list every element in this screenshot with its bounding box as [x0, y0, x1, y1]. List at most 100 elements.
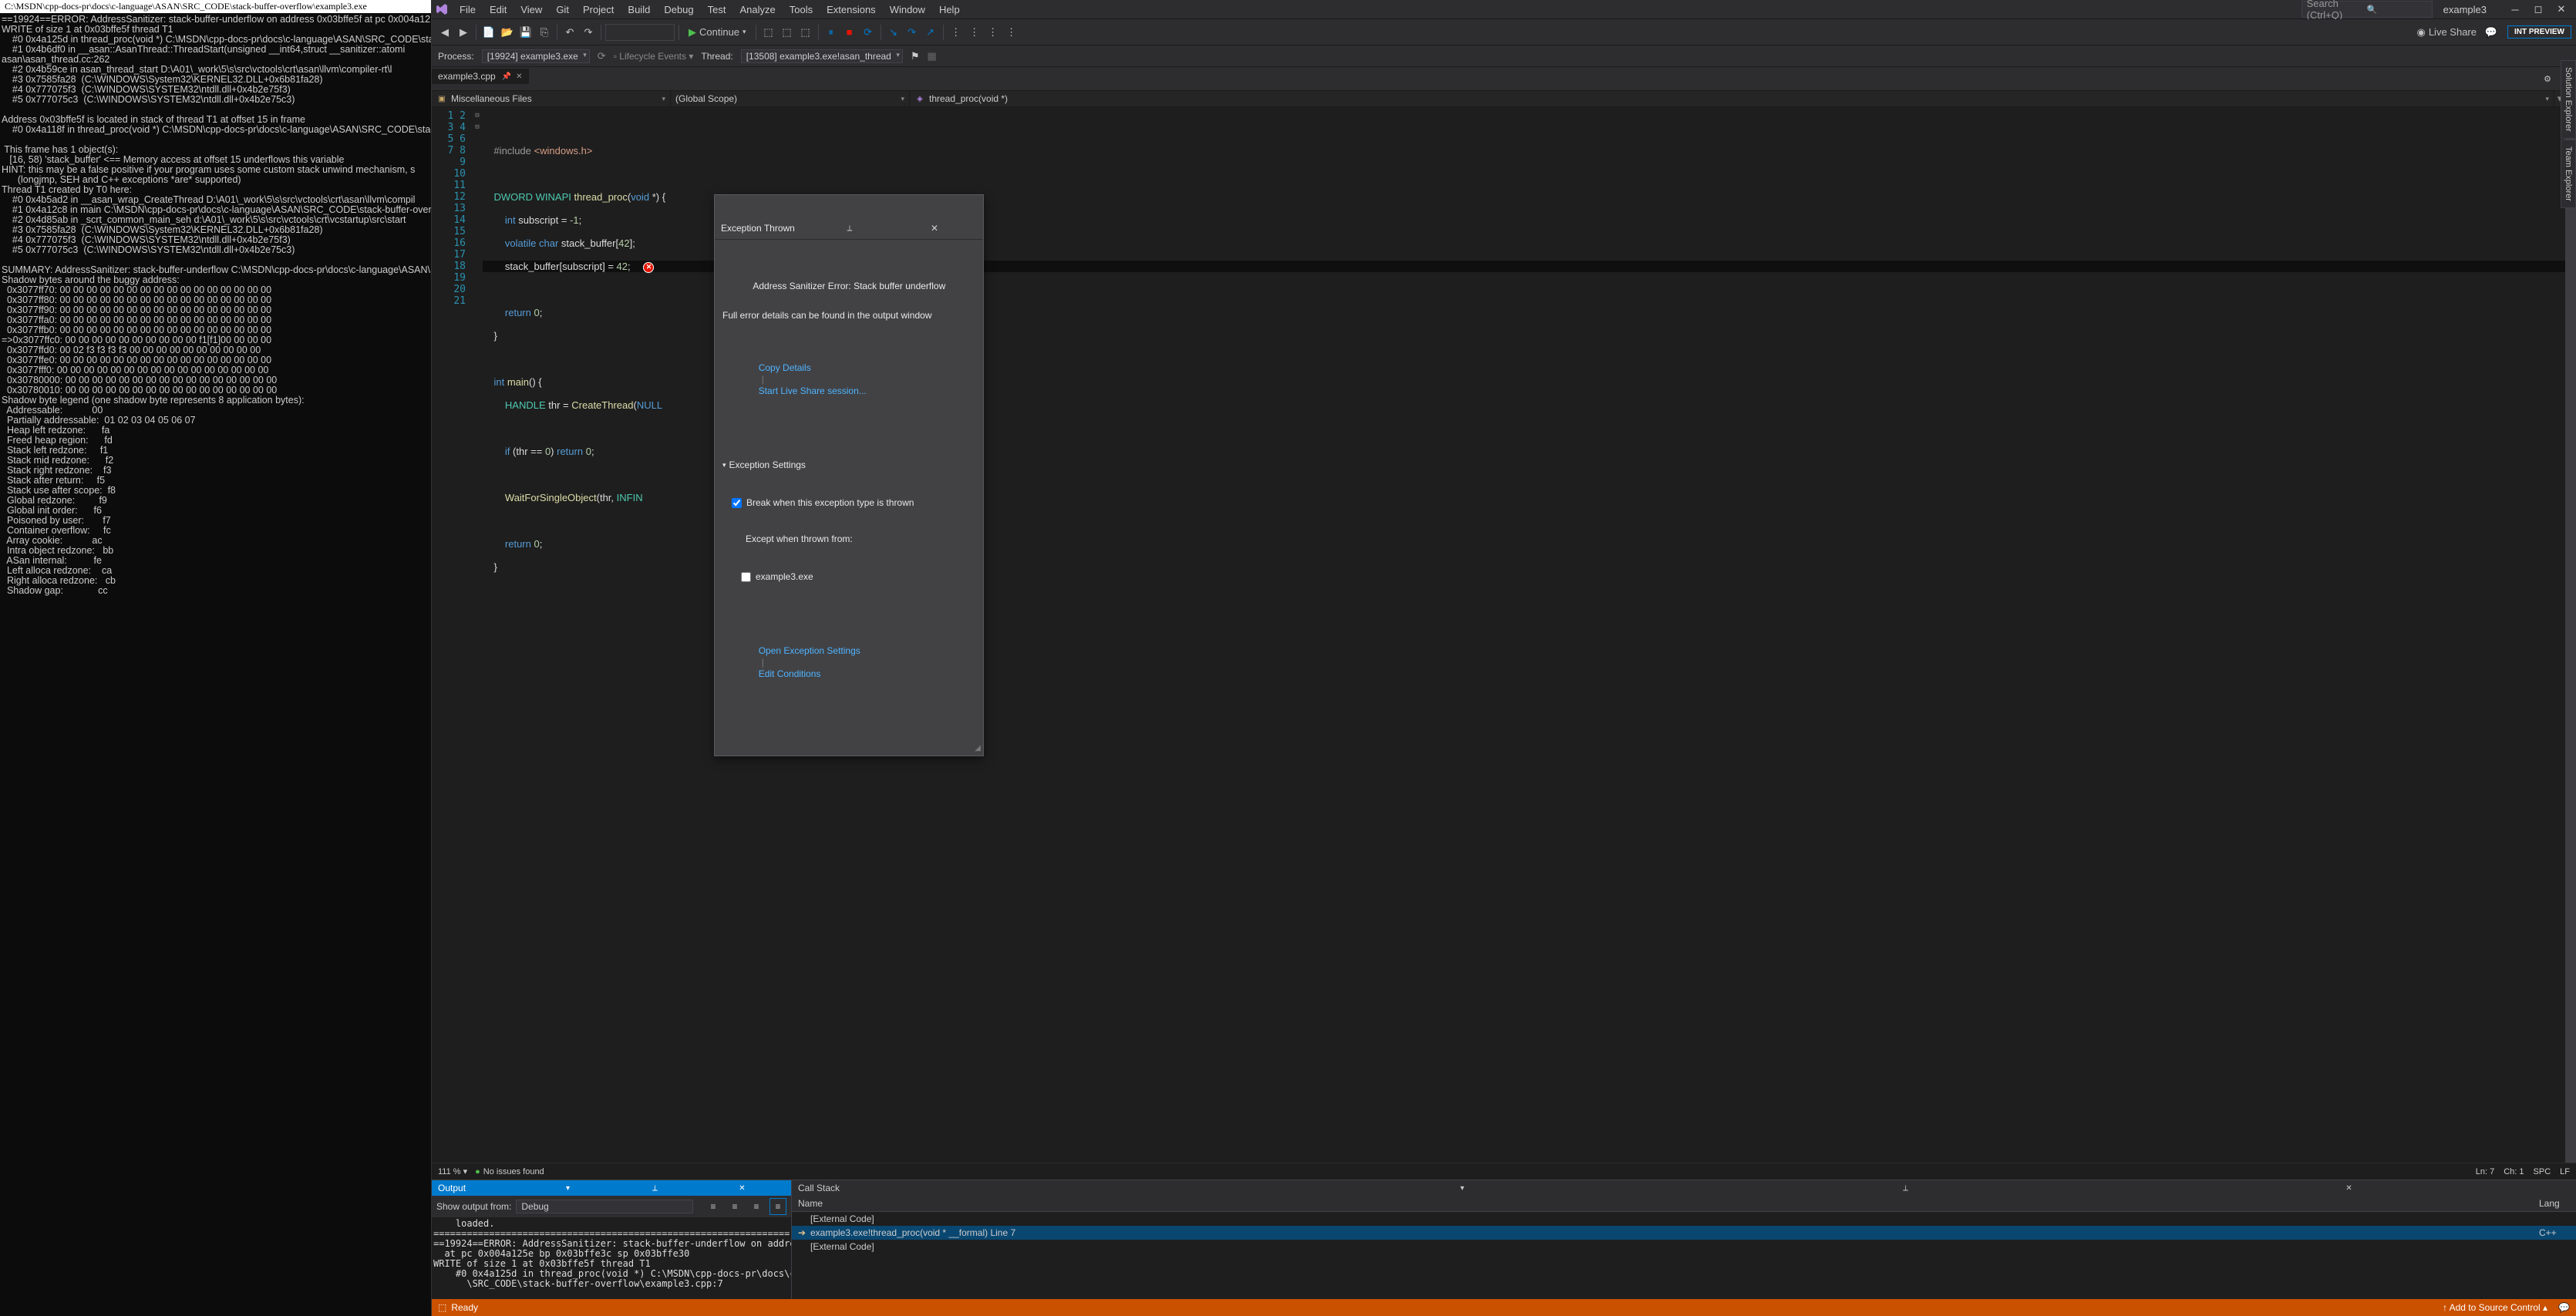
- open-button[interactable]: 📂: [499, 24, 516, 41]
- code-body[interactable]: #include <windows.h> DWORD WINAPI thread…: [483, 107, 2565, 1163]
- out-t1[interactable]: ≡: [705, 1198, 722, 1215]
- pause-button[interactable]: ⏸: [823, 24, 840, 41]
- output-body[interactable]: loaded. ================================…: [432, 1217, 791, 1299]
- menu-edit[interactable]: Edit: [483, 2, 513, 18]
- dbg-3[interactable]: ⬚: [797, 24, 814, 41]
- output-pane: Output ▾ ⟂ ✕ Show output from: Debug ≡ ≡…: [432, 1180, 792, 1299]
- nav-back-button[interactable]: ◀: [436, 24, 453, 41]
- menu-analyze[interactable]: Analyze: [733, 2, 781, 18]
- tab-gear-icon[interactable]: ⚙: [2539, 70, 2556, 87]
- process-combo[interactable]: [19924] example3.exe: [482, 49, 590, 63]
- restart-button[interactable]: ⟳: [860, 24, 877, 41]
- output-header[interactable]: Output ▾ ⟂ ✕: [432, 1180, 791, 1196]
- scrollbar[interactable]: [2565, 107, 2576, 1163]
- solution-config[interactable]: [605, 24, 675, 41]
- popup-pin-icon[interactable]: ⟂: [807, 223, 892, 234]
- thread-combo[interactable]: [13508] example3.exe!asan_thread: [741, 49, 903, 63]
- out-t3[interactable]: ≡: [748, 1198, 765, 1215]
- dbg-ex4[interactable]: ⋮: [1003, 24, 1020, 41]
- close-tab-icon[interactable]: ✕: [516, 72, 522, 81]
- break-checkbox-input[interactable]: [732, 498, 742, 508]
- refresh-icon[interactable]: ⟳: [598, 50, 606, 62]
- live-share-button[interactable]: ◉ Live Share: [2412, 25, 2481, 40]
- start-liveshare-link[interactable]: Start Live Share session...: [759, 385, 867, 396]
- dbg-ex2[interactable]: ⋮: [966, 24, 983, 41]
- nav-function[interactable]: ◈ thread_proc(void *): [910, 91, 2554, 106]
- file-tab[interactable]: example3.cpp 📌 ✕: [432, 69, 529, 84]
- sidetab-solution-explorer[interactable]: Solution Explorer: [2561, 60, 2576, 139]
- cs-pin-icon[interactable]: ⟂: [1685, 1184, 2126, 1193]
- output-dropdown-icon[interactable]: ▾: [525, 1184, 611, 1193]
- callstack-row[interactable]: [External Code]: [792, 1240, 2576, 1254]
- output-from-combo[interactable]: Debug: [516, 1200, 693, 1213]
- dbg-2[interactable]: ⬚: [779, 24, 796, 41]
- nav-scope[interactable]: (Global Scope): [671, 91, 910, 106]
- redo-button[interactable]: ↷: [580, 24, 597, 41]
- copy-details-link[interactable]: Copy Details: [759, 362, 811, 373]
- menu-file[interactable]: File: [453, 2, 482, 18]
- menu-extensions[interactable]: Extensions: [820, 2, 882, 18]
- pin-icon[interactable]: 📌: [502, 72, 511, 81]
- new-button[interactable]: 📄: [480, 24, 497, 41]
- menu-test[interactable]: Test: [702, 2, 732, 18]
- callstack-body[interactable]: [External Code]➔example3.exe!thread_proc…: [792, 1212, 2576, 1299]
- search-box[interactable]: Search (Ctrl+Q) 🔍: [2302, 1, 2433, 18]
- saveall-button[interactable]: ⎘: [536, 24, 553, 41]
- nav-fwd-button[interactable]: ▶: [455, 24, 472, 41]
- save-button[interactable]: 💾: [517, 24, 534, 41]
- menu-window[interactable]: Window: [884, 2, 931, 18]
- popup-close-icon[interactable]: ✕: [892, 223, 977, 234]
- step-out-button[interactable]: ↗: [922, 24, 939, 41]
- lifecycle-link[interactable]: ▫ Lifecycle Events ▾: [614, 51, 694, 62]
- cs-close-icon[interactable]: ✕: [2128, 1184, 2570, 1193]
- stack-frame-icon[interactable]: ▦: [928, 50, 937, 62]
- dbg-ex3[interactable]: ⋮: [985, 24, 1002, 41]
- step-over-button[interactable]: ↷: [904, 24, 921, 41]
- code-editor[interactable]: 1 2 3 4 5 6 7 8 9 10 11 12 13 14 15 16 1…: [432, 107, 2576, 1163]
- callstack-columns: Name Lang: [792, 1196, 2576, 1212]
- menu-project[interactable]: Project: [577, 2, 620, 18]
- sidetab-team-explorer[interactable]: Team Explorer: [2561, 140, 2576, 208]
- exception-settings-header[interactable]: Exception Settings: [722, 459, 975, 471]
- zoom-level[interactable]: 111 % ▾: [438, 1166, 467, 1176]
- stop-button[interactable]: ■: [841, 24, 858, 41]
- menu-git[interactable]: Git: [550, 2, 575, 18]
- module-checkbox-input[interactable]: [741, 572, 751, 582]
- callstack-row[interactable]: [External Code]: [792, 1212, 2576, 1226]
- issues-status[interactable]: ● No issues found: [475, 1167, 544, 1176]
- resize-grip-icon[interactable]: ◢: [975, 742, 981, 754]
- output-pin-icon[interactable]: ⟂: [612, 1184, 698, 1193]
- cs-name-header[interactable]: Name: [798, 1198, 2539, 1209]
- menu-view[interactable]: View: [514, 2, 548, 18]
- undo-button[interactable]: ↶: [561, 24, 578, 41]
- titlebar: FileEditViewGitProjectBuildDebugTestAnal…: [432, 0, 2576, 19]
- continue-button[interactable]: ▶ Continue ▾: [683, 24, 752, 41]
- cs-dropdown-icon[interactable]: ▾: [1241, 1184, 1683, 1193]
- feedback-button[interactable]: 💬: [2483, 24, 2500, 41]
- step-into-button[interactable]: ↘: [885, 24, 902, 41]
- minimize-button[interactable]: ─: [2504, 0, 2527, 19]
- menu-build[interactable]: Build: [621, 2, 656, 18]
- flag-icon[interactable]: ⚑: [911, 50, 920, 62]
- menu-debug[interactable]: Debug: [658, 2, 699, 18]
- out-t2[interactable]: ≡: [726, 1198, 743, 1215]
- cs-lang-header[interactable]: Lang: [2539, 1198, 2570, 1209]
- error-marker-icon[interactable]: ✕: [643, 262, 654, 273]
- callstack-row[interactable]: ➔example3.exe!thread_proc(void * __forma…: [792, 1226, 2576, 1240]
- maximize-button[interactable]: ◻: [2527, 0, 2550, 19]
- add-source-control[interactable]: ↑ Add to Source Control ▴: [2443, 1302, 2547, 1313]
- menu-tools[interactable]: Tools: [783, 2, 819, 18]
- break-checkbox[interactable]: Break when this exception type is thrown: [732, 497, 975, 509]
- open-exception-settings-link[interactable]: Open Exception Settings: [759, 645, 860, 656]
- notif-icon[interactable]: 💬: [2558, 1302, 2570, 1313]
- edit-conditions-link[interactable]: Edit Conditions: [759, 668, 821, 679]
- close-button[interactable]: ✕: [2550, 0, 2573, 19]
- out-t4[interactable]: ≡: [769, 1198, 786, 1215]
- callstack-header[interactable]: Call Stack ▾ ⟂ ✕: [792, 1180, 2576, 1196]
- module-checkbox[interactable]: example3.exe: [741, 571, 975, 583]
- dbg-1[interactable]: ⬚: [760, 24, 777, 41]
- output-close-icon[interactable]: ✕: [699, 1184, 785, 1193]
- nav-project[interactable]: ▣ Miscellaneous Files: [432, 91, 671, 106]
- dbg-ex1[interactable]: ⋮: [948, 24, 965, 41]
- menu-help[interactable]: Help: [933, 2, 966, 18]
